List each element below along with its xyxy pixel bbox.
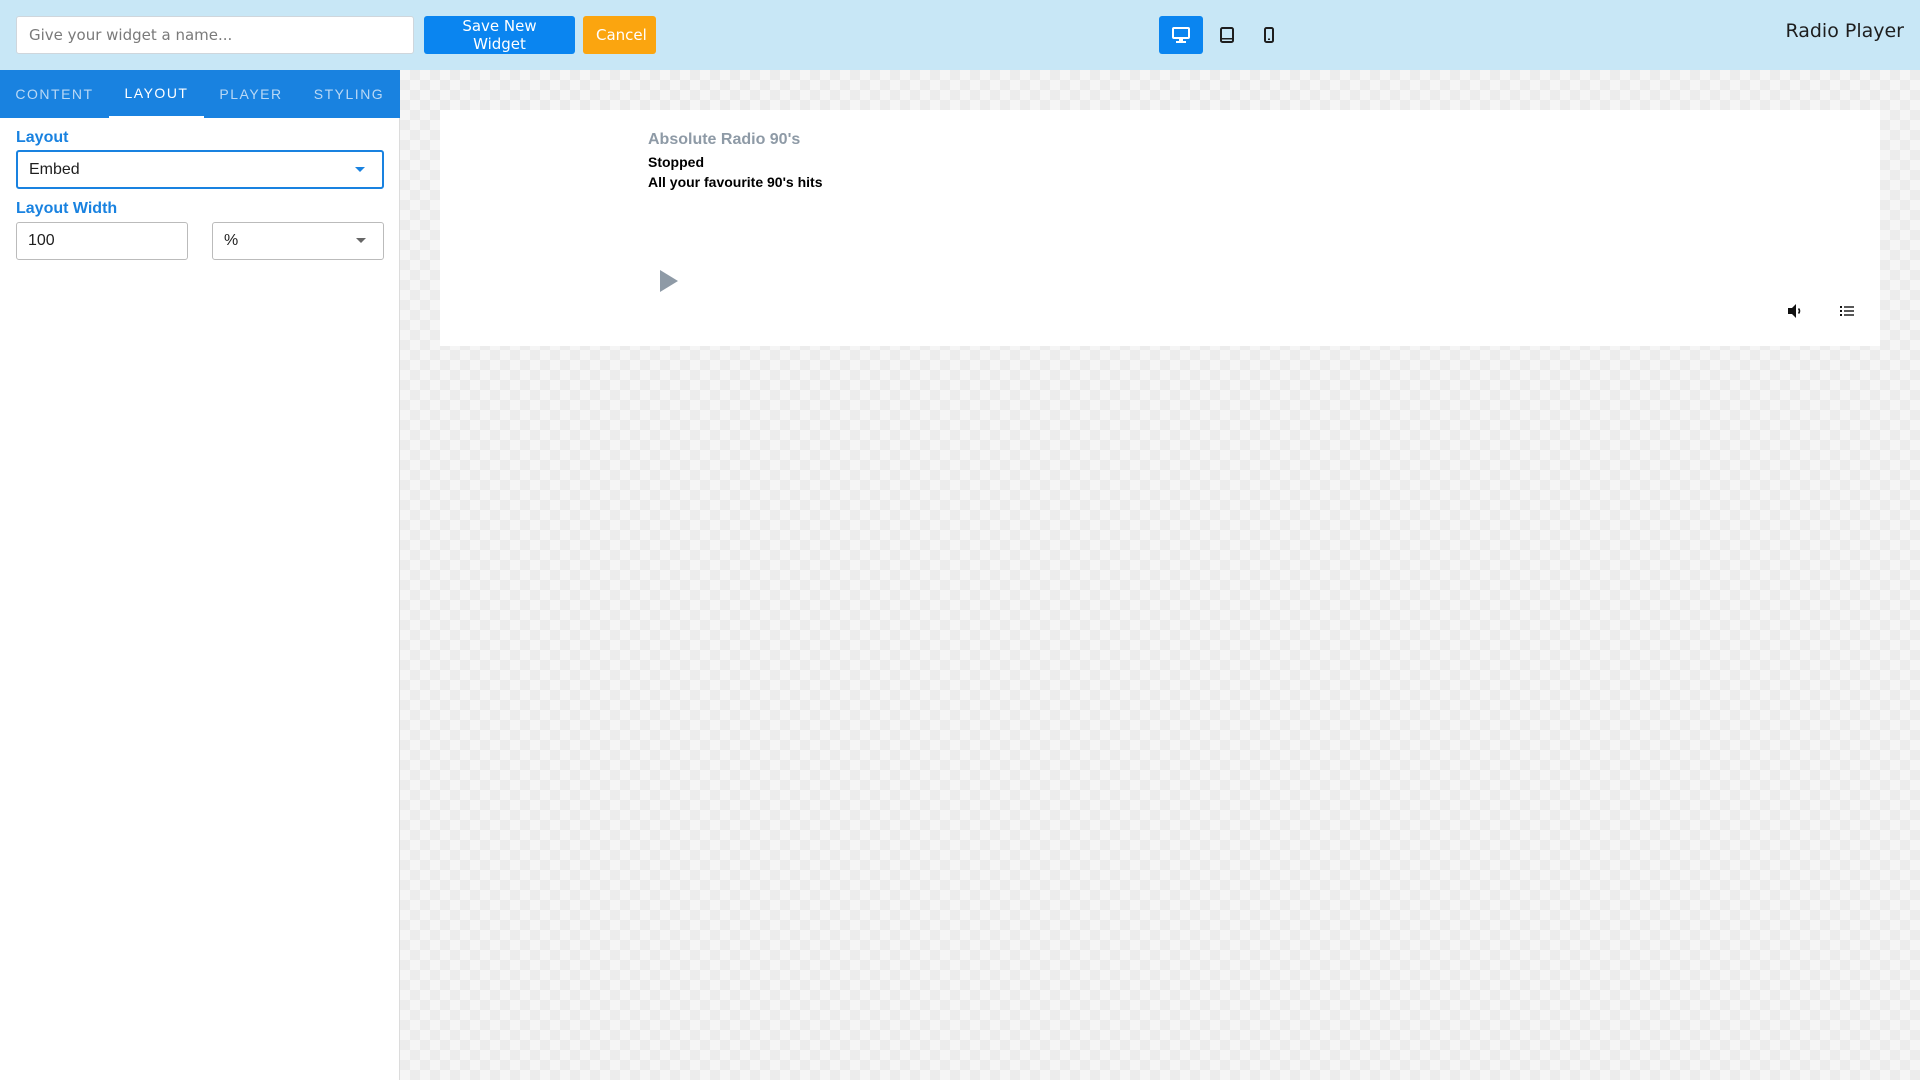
app-title: Radio Player bbox=[1785, 20, 1904, 42]
cancel-button[interactable]: Cancel bbox=[583, 16, 656, 54]
width-unit-select[interactable]: % bbox=[212, 222, 384, 260]
layout-select[interactable]: Embed bbox=[16, 150, 384, 189]
station-name: Absolute Radio 90's bbox=[648, 131, 801, 148]
tab-player[interactable]: PLAYER bbox=[204, 70, 298, 118]
volume-icon bbox=[1788, 304, 1801, 318]
top-toolbar: Save New Widget Cancel Radio Player bbox=[0, 0, 1920, 70]
play-icon bbox=[660, 270, 678, 292]
playlist-button[interactable] bbox=[1837, 301, 1857, 321]
mobile-view-button[interactable] bbox=[1247, 16, 1291, 54]
desktop-icon bbox=[1172, 27, 1190, 43]
tab-styling[interactable]: STYLING bbox=[298, 70, 400, 118]
settings-sidebar: CONTENT LAYOUT PLAYER STYLING Layout Emb… bbox=[0, 70, 400, 1080]
station-description: All your favourite 90's hits bbox=[648, 174, 823, 190]
widget-name-input[interactable] bbox=[16, 16, 414, 54]
settings-tabs: CONTENT LAYOUT PLAYER STYLING bbox=[0, 70, 400, 118]
layout-width-input[interactable] bbox=[16, 222, 188, 260]
tab-layout[interactable]: LAYOUT bbox=[109, 70, 204, 118]
layout-select-value: Embed bbox=[29, 160, 80, 178]
playlist-icon bbox=[1840, 306, 1854, 316]
width-unit-value: % bbox=[224, 232, 239, 249]
save-new-widget-button[interactable]: Save New Widget bbox=[424, 16, 575, 54]
tab-content[interactable]: CONTENT bbox=[0, 70, 109, 118]
caret-down-icon bbox=[355, 166, 365, 172]
caret-down-icon bbox=[356, 238, 366, 243]
volume-button[interactable] bbox=[1785, 301, 1805, 321]
layout-label: Layout bbox=[16, 129, 69, 146]
play-button[interactable] bbox=[658, 268, 680, 294]
desktop-view-button[interactable] bbox=[1159, 16, 1203, 54]
layout-width-label: Layout Width bbox=[16, 200, 118, 217]
radio-player-widget: Absolute Radio 90's Stopped All your fav… bbox=[440, 110, 1880, 346]
widget-preview-area: Absolute Radio 90's Stopped All your fav… bbox=[400, 70, 1920, 1080]
tablet-view-button[interactable] bbox=[1205, 16, 1249, 54]
mobile-icon bbox=[1264, 27, 1274, 43]
player-status: Stopped bbox=[648, 154, 704, 170]
tablet-icon bbox=[1220, 27, 1234, 43]
